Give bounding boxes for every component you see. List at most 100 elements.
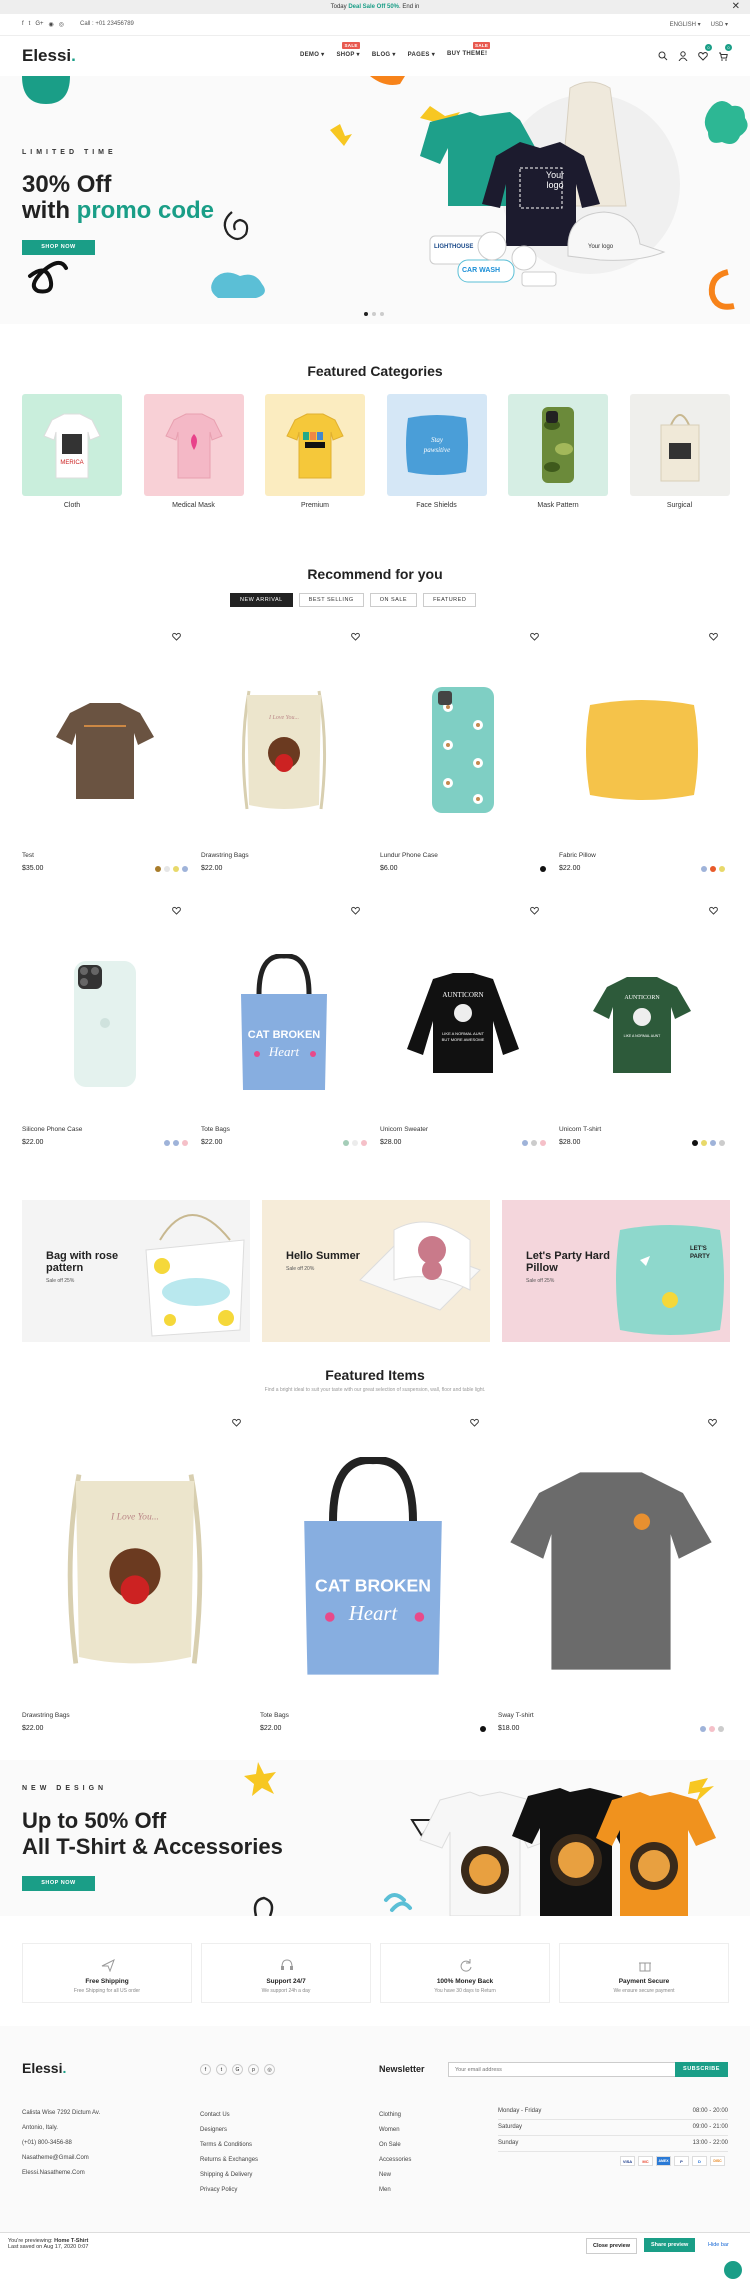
color-swatch[interactable]	[540, 1140, 546, 1146]
category-card[interactable]: Stay pawsitive	[386, 394, 487, 496]
footer-logo[interactable]: Elessi.	[22, 2060, 66, 2076]
color-swatch[interactable]	[164, 866, 170, 872]
product-name[interactable]: Silicone Phone Case	[22, 1126, 82, 1133]
cart-icon[interactable]: 0	[718, 44, 732, 61]
color-swatch[interactable]	[700, 1726, 706, 1732]
chat-bubble-icon[interactable]	[724, 2261, 742, 2279]
product-image[interactable]	[22, 916, 188, 1132]
hide-bar-link[interactable]: Hide bar	[708, 2242, 729, 2248]
product-image[interactable]: CAT BROKEN Heart	[260, 1430, 486, 1708]
category-label[interactable]: Surgical	[630, 502, 730, 509]
instagram-icon[interactable]: ◎	[59, 21, 64, 28]
product-name[interactable]: Drawstring Bags	[201, 852, 249, 859]
category-card[interactable]: MERICA	[22, 394, 122, 496]
google-plus-icon[interactable]: G+	[35, 21, 43, 28]
twitter-icon[interactable]: t	[216, 2064, 227, 2075]
product-image[interactable]: I Love You...	[201, 642, 367, 858]
banner2-shop-button[interactable]: SHOP NOW	[22, 1876, 95, 1891]
footer-link[interactable]: On Sale	[379, 2138, 411, 2153]
footer-link[interactable]: Contact Us	[200, 2108, 258, 2123]
currency-select[interactable]: USD ▾	[711, 21, 728, 28]
language-select[interactable]: ENGLISH ▾	[670, 21, 701, 28]
wishlist-icon[interactable]: 0	[698, 44, 712, 61]
wishlist-heart-icon[interactable]	[708, 1414, 717, 1427]
footer-link[interactable]: Men	[379, 2183, 411, 2198]
pinterest-icon[interactable]: ◉	[49, 21, 54, 28]
promo-banner[interactable]: Hello Summer Sale off 20%	[262, 1200, 490, 1342]
google-plus-icon[interactable]: G	[232, 2064, 243, 2075]
color-swatch[interactable]	[352, 1140, 358, 1146]
color-swatch[interactable]	[173, 866, 179, 872]
nav-demo[interactable]: DEMO ▾	[300, 51, 324, 58]
category-label[interactable]: Premium	[265, 502, 365, 509]
product-name[interactable]: Lundur Phone Case	[380, 852, 438, 859]
nav-pages[interactable]: PAGES ▾	[408, 51, 435, 58]
search-icon[interactable]	[658, 48, 668, 61]
shop-now-button[interactable]: SHOP NOW	[22, 240, 95, 255]
product-name[interactable]: Unicorn T-shirt	[559, 1126, 601, 1133]
color-swatch[interactable]	[531, 1140, 537, 1146]
color-swatch[interactable]	[719, 1140, 725, 1146]
promo-banner[interactable]: LET'S PARTY Let's Party Hard Pillow Sale of…	[502, 1200, 730, 1342]
color-swatch[interactable]	[182, 866, 188, 872]
category-card[interactable]	[143, 394, 244, 496]
wishlist-heart-icon[interactable]	[470, 1414, 479, 1427]
product-name[interactable]: Drawstring Bags	[22, 1712, 70, 1719]
color-swatch[interactable]	[173, 1140, 179, 1146]
wishlist-heart-icon[interactable]	[709, 902, 718, 915]
product-name[interactable]: Sway T-shirt	[498, 1712, 534, 1719]
tab-featured[interactable]: FEATURED	[423, 593, 477, 607]
color-swatch[interactable]	[710, 866, 716, 872]
category-label[interactable]: Cloth	[22, 502, 122, 509]
product-name[interactable]: Test	[22, 852, 34, 859]
color-swatch[interactable]	[701, 866, 707, 872]
category-label[interactable]: Mask Pattern	[508, 502, 608, 509]
wishlist-heart-icon[interactable]	[351, 902, 360, 915]
color-swatch[interactable]	[718, 1726, 724, 1732]
tab-new-arrival[interactable]: NEW ARRIVAL	[230, 593, 293, 607]
footer-link[interactable]: New	[379, 2168, 411, 2183]
color-swatch[interactable]	[361, 1140, 367, 1146]
wishlist-heart-icon[interactable]	[172, 628, 181, 641]
product-image[interactable]	[22, 642, 188, 858]
promo-banner[interactable]: Bag with rose pattern Sale off 25%	[22, 1200, 250, 1342]
product-image[interactable]: I Love You...	[22, 1430, 248, 1708]
close-icon[interactable]: ✕	[732, 0, 740, 14]
twitter-icon[interactable]: t	[29, 21, 31, 28]
nav-shop[interactable]: SALE SHOP ▾	[336, 42, 360, 58]
color-swatch[interactable]	[540, 866, 546, 872]
user-icon[interactable]	[678, 48, 688, 62]
product-image[interactable]: AUNTICORN LIKE A NORMAL AUNT BUT MORE AWES…	[380, 916, 546, 1132]
color-swatch[interactable]	[343, 1140, 349, 1146]
color-swatch[interactable]	[710, 1140, 716, 1146]
site-logo[interactable]: Elessi.	[22, 46, 76, 66]
facebook-icon[interactable]: f	[200, 2064, 211, 2075]
wishlist-heart-icon[interactable]	[232, 1414, 241, 1427]
footer-link[interactable]: Terms & Conditions	[200, 2138, 258, 2153]
wishlist-heart-icon[interactable]	[351, 628, 360, 641]
color-swatch[interactable]	[480, 1726, 486, 1732]
nav-blog[interactable]: BLOG ▾	[372, 51, 396, 58]
product-image[interactable]	[559, 642, 725, 858]
color-swatch[interactable]	[155, 866, 161, 872]
footer-link[interactable]: Clothing	[379, 2108, 411, 2123]
color-swatch[interactable]	[522, 1140, 528, 1146]
footer-link[interactable]: Women	[379, 2123, 411, 2138]
tab-on-sale[interactable]: ON SALE	[369, 593, 418, 607]
product-image[interactable]	[380, 642, 546, 858]
facebook-icon[interactable]: f	[22, 21, 24, 28]
wishlist-heart-icon[interactable]	[709, 628, 718, 641]
color-swatch[interactable]	[692, 1140, 698, 1146]
nav-buy-theme[interactable]: SALE BUY THEME!	[447, 42, 491, 58]
product-name[interactable]: Tote Bags	[201, 1126, 230, 1133]
color-swatch[interactable]	[182, 1140, 188, 1146]
share-preview-button[interactable]: Share preview	[644, 2238, 696, 2252]
color-swatch[interactable]	[701, 1140, 707, 1146]
footer-link[interactable]: Accessories	[379, 2153, 411, 2168]
category-card[interactable]	[508, 394, 608, 496]
instagram-icon[interactable]: ◎	[264, 2064, 275, 2075]
pinterest-icon[interactable]: p	[248, 2064, 259, 2075]
footer-link[interactable]: Privacy Policy	[200, 2183, 258, 2198]
tab-best-selling[interactable]: BEST SELLING	[298, 593, 364, 607]
footer-link[interactable]: Shipping & Delivery	[200, 2168, 258, 2183]
